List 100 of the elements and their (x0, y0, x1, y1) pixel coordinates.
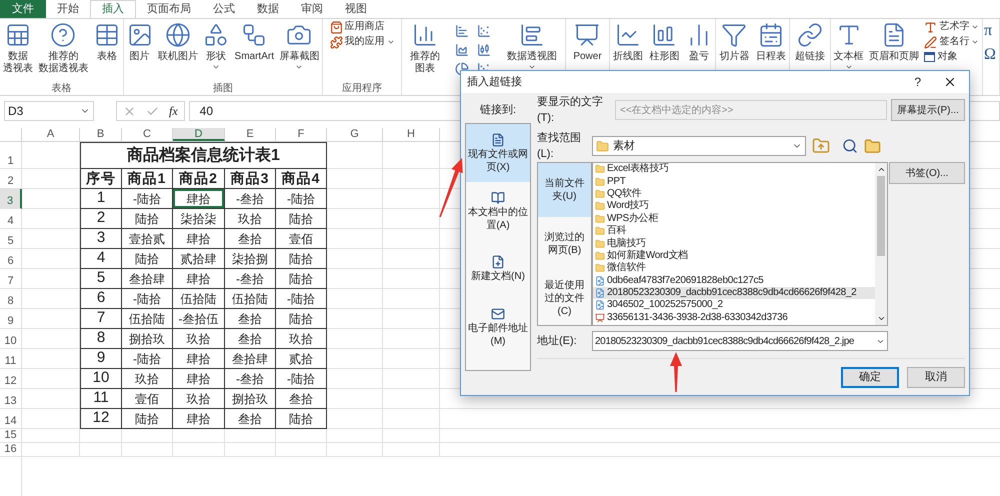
link-type-tab[interactable]: 电子邮件地址(M) (466, 298, 530, 356)
scroll-up-icon[interactable] (876, 165, 886, 174)
column-header[interactable]: D (173, 128, 225, 141)
ribbon-button[interactable]: 应用商店 (330, 20, 394, 34)
row-header[interactable]: 14 (0, 409, 22, 429)
column-header[interactable]: B (80, 128, 122, 141)
table-icon (4, 22, 31, 48)
ribbon-button[interactable]: 文本框 (834, 22, 864, 71)
file-item[interactable]: 20180523230309_dacbb91cec8388c9db4cd66626f9f428_2 (593, 286, 875, 300)
column-header[interactable]: H (383, 128, 440, 141)
scrollbar[interactable] (875, 163, 887, 325)
close-icon[interactable] (943, 75, 957, 89)
browse-tab[interactable]: 最近使用过的文件(C) (538, 271, 591, 325)
address-field[interactable]: 20180523230309_dacbb91cec8388c9db4cd66626f9f428_2.jpe (592, 331, 888, 351)
insert-function-button[interactable]: fx (169, 102, 178, 120)
ribbon-button[interactable]: 我的应用 (330, 35, 394, 49)
symbol-button[interactable]: Ω (984, 46, 996, 64)
ribbon-tab[interactable]: 页面布局 (136, 0, 202, 18)
scatter-chart-icon[interactable] (477, 24, 492, 38)
ribbon-button[interactable]: 推荐的 数据透视表 (38, 22, 88, 75)
ribbon-button[interactable]: 日程表 (756, 22, 786, 63)
ribbon-button[interactable]: 切片器 (719, 22, 750, 63)
book-icon (491, 190, 505, 204)
link-type-tab[interactable]: 新建文档(N) (466, 240, 530, 298)
row-header[interactable]: 3 (0, 189, 22, 209)
file-item[interactable]: 如何新建Word文档 (593, 250, 875, 262)
file-item[interactable]: 3046502_100252575000_2 (593, 299, 875, 312)
link-type-tab[interactable]: 现有文件或网页(X) (466, 124, 530, 182)
row-header[interactable]: 6 (0, 249, 22, 269)
row-header[interactable]: 8 (0, 289, 22, 309)
row-header[interactable]: 16 (0, 443, 22, 457)
ribbon-tab[interactable]: 文件 (0, 0, 46, 18)
help-button[interactable]: ? (914, 73, 921, 91)
ribbon-button[interactable]: 折线图 (613, 22, 644, 63)
row-header[interactable]: 12 (0, 369, 22, 389)
ribbon-button[interactable]: 数据 透视表 (2, 22, 33, 75)
browse-tab[interactable]: 当前文件夹(U) (538, 163, 591, 217)
file-item[interactable]: WPS办公柜 (593, 212, 875, 225)
ribbon-button[interactable]: 签名行 (924, 35, 980, 49)
screentip-button[interactable]: 屏幕提示(P)... (891, 99, 965, 121)
ribbon-button[interactable]: Power (573, 22, 602, 63)
file-item[interactable]: 0db6eaf4783f7e20691828eb0c127c5 (593, 274, 875, 287)
table-cell: 壹拾贰 (122, 229, 173, 249)
file-item[interactable]: 33656131-3436-3938-2d38-6330342d3736 (593, 312, 875, 324)
ribbon-button[interactable]: 联机图片 (158, 22, 198, 63)
column-header[interactable]: F (276, 128, 327, 141)
ribbon-button[interactable]: 表格 (94, 22, 120, 63)
row-header[interactable]: 10 (0, 329, 22, 349)
ribbon-button[interactable]: 对象 (924, 50, 980, 64)
row-header[interactable]: 4 (0, 209, 22, 229)
search-icon[interactable] (842, 138, 858, 154)
ribbon-button[interactable]: 图片 (126, 22, 153, 63)
scroll-down-icon[interactable] (876, 314, 886, 323)
file-item[interactable]: 电脑技巧 (593, 237, 875, 250)
ribbon-tab[interactable]: 数据 (246, 0, 290, 18)
file-item[interactable]: Excel表格技巧 (593, 163, 875, 176)
empty-cell (327, 229, 383, 249)
stock-chart-icon[interactable] (477, 43, 492, 57)
row-header[interactable]: 15 (0, 429, 22, 443)
ribbon-button[interactable]: 艺术字 (924, 20, 980, 34)
ribbon-button[interactable]: 超链接 (795, 22, 825, 63)
ribbon-tab[interactable]: 公式 (202, 0, 246, 18)
area-chart-icon[interactable] (455, 43, 470, 57)
ribbon-button[interactable]: 柱形图 (649, 22, 680, 63)
row-header[interactable]: 5 (0, 229, 22, 249)
ribbon-tab[interactable]: 开始 (46, 0, 90, 18)
ribbon-button[interactable]: 盈亏 (686, 22, 712, 63)
file-item[interactable]: Word技巧 (593, 200, 875, 213)
column-header[interactable]: A (22, 128, 80, 141)
file-item[interactable]: QQ软件 (593, 188, 875, 200)
ribbon-button[interactable]: 数据透视图 (507, 22, 558, 71)
file-item[interactable]: PPT (593, 175, 875, 188)
bar-chart-icon[interactable] (455, 24, 470, 38)
row-header[interactable]: 1 (0, 142, 22, 169)
ribbon-tab[interactable]: 审阅 (290, 0, 334, 18)
row-header[interactable]: 11 (0, 349, 22, 369)
file-item[interactable]: 百科 (593, 224, 875, 238)
dialog-button[interactable]: 确定 (841, 367, 899, 388)
shopping-bag-icon (330, 20, 342, 34)
look-in-dropdown[interactable]: 素材 (592, 136, 806, 156)
ribbon-button[interactable]: 屏幕截图 (279, 22, 320, 71)
table-cell: 玖拾 (173, 329, 225, 349)
ribbon-tab[interactable]: 视图 (334, 0, 378, 18)
bookmark-button[interactable]: 书签(O)... (889, 162, 965, 184)
browse-tab[interactable]: 浏览过的网页(B) (538, 217, 591, 271)
symbol-button[interactable]: π (984, 22, 992, 40)
column-header[interactable]: E (225, 128, 276, 141)
empty-cell (327, 429, 383, 443)
file-item[interactable]: 微信软件 (593, 262, 875, 275)
link-type-tab[interactable]: 本文档中的位置(A) (466, 182, 530, 240)
row-header[interactable]: 13 (0, 389, 22, 409)
ribbon-button[interactable]: 页眉和页脚 (868, 22, 919, 63)
dialog-button[interactable]: 取消 (907, 367, 965, 388)
row-header[interactable]: 9 (0, 309, 22, 329)
name-box[interactable]: D3 (4, 101, 94, 121)
ribbon-button[interactable]: 形状 (203, 22, 230, 71)
ribbon-button[interactable]: SmartArt (234, 22, 274, 63)
ribbon-button[interactable]: 推荐的 图表 (410, 22, 440, 75)
column-header[interactable]: G (327, 128, 383, 141)
row-header[interactable]: 7 (0, 269, 22, 289)
